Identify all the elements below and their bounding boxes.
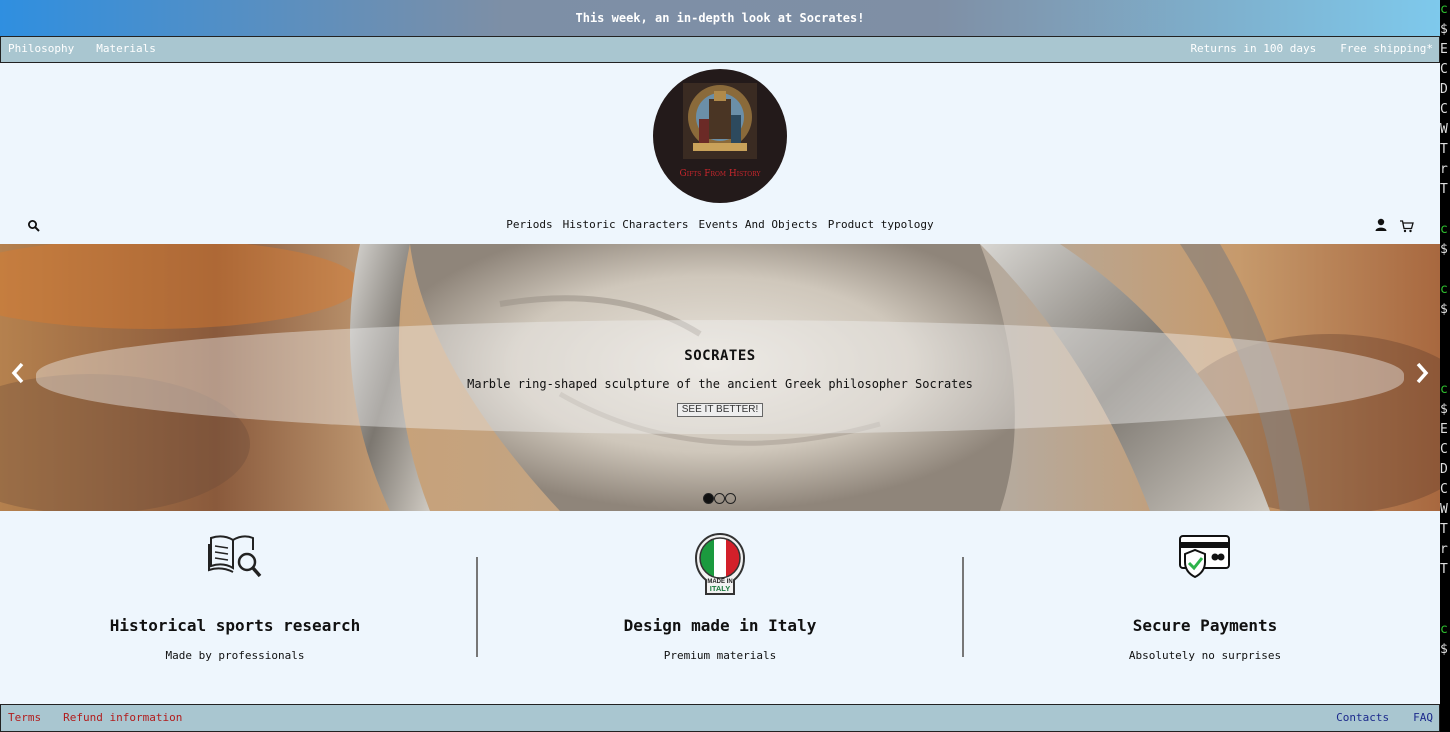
feature-divider	[962, 557, 964, 657]
terminal-glyph	[1440, 580, 1450, 600]
terminal-glyph: T	[1440, 522, 1448, 537]
nav-historic-characters[interactable]: Historic Characters	[563, 218, 689, 231]
terminal-glyph	[1440, 260, 1450, 280]
terminal-glyph: C	[1440, 62, 1448, 77]
feature-italy-title: Design made in Italy	[623, 616, 817, 635]
page: This week, an in-depth look at Socrates!…	[0, 0, 1440, 732]
terminal-glyph: $	[1440, 642, 1448, 657]
feature-divider	[476, 557, 478, 657]
carousel-dots	[703, 489, 736, 508]
terminal-glyph	[1440, 600, 1450, 620]
made-in-italy-badge-icon: MADE IN ITALY	[694, 533, 746, 595]
terminal-glyph: T	[1440, 182, 1448, 197]
feature-payments-title: Secure Payments	[1132, 616, 1278, 635]
terminal-glyph: C	[1440, 442, 1448, 457]
topbar-link-philosophy[interactable]: Philosophy	[8, 42, 74, 55]
carousel-dot-3[interactable]	[725, 493, 736, 504]
footer-bar: Terms Refund information Contacts FAQ	[0, 704, 1440, 732]
feature-italy-subtitle: Premium materials	[663, 649, 777, 662]
terminal-glyph	[1440, 320, 1450, 340]
see-it-better-button[interactable]: SEE IT BETTER!	[676, 403, 764, 417]
feature-payments-subtitle: Absolutely no surprises	[1128, 649, 1282, 662]
terminal-glyph: r	[1440, 542, 1448, 557]
carousel-dot-2[interactable]	[714, 493, 725, 504]
user-icon[interactable]	[1374, 218, 1388, 232]
terminal-glyph: c	[1440, 282, 1448, 297]
nav-product-typology[interactable]: Product typology	[828, 218, 934, 231]
terminal-glyph: c	[1440, 222, 1448, 237]
terminal-glyph: r	[1440, 162, 1448, 177]
feature-research: Historical sports research Made by profe…	[35, 532, 435, 662]
terminal-glyph: $	[1440, 302, 1448, 317]
topbar-free-shipping[interactable]: Free shipping*	[1340, 42, 1433, 55]
top-bar: Philosophy Materials Returns in 100 days F…	[0, 36, 1440, 63]
nav-periods[interactable]: Periods	[506, 218, 552, 231]
terminal-glyph	[1440, 340, 1450, 360]
carousel-prev-arrow-icon[interactable]	[10, 361, 26, 385]
terminal-glyph: C	[1440, 102, 1448, 117]
terminal-glyph: c	[1440, 2, 1448, 17]
hero-carousel: SOCRATES Marble ring-shaped sculpture of…	[0, 244, 1440, 511]
announcement-bar: This week, an in-depth look at Socrates!	[0, 0, 1440, 36]
terminal-glyph: D	[1440, 462, 1448, 477]
footer-link-terms[interactable]: Terms	[8, 711, 41, 724]
terminal-glyph: T	[1440, 142, 1448, 157]
terminal-glyph: E	[1440, 422, 1448, 437]
terminal-glyph: $	[1440, 22, 1448, 37]
terminal-glyph: C	[1440, 482, 1448, 497]
site-logo[interactable]: Gifts From History	[653, 69, 787, 203]
footer-link-contacts[interactable]: Contacts	[1336, 711, 1389, 724]
terminal-glyph: W	[1440, 122, 1448, 137]
terminal-glyph: W	[1440, 502, 1448, 517]
nav-events-and-objects[interactable]: Events And Objects	[699, 218, 818, 231]
carousel-dot-1[interactable]	[703, 493, 714, 504]
carousel-next-arrow-icon[interactable]	[1414, 361, 1430, 385]
main-nav: Periods Historic Characters Events And Obj…	[0, 218, 1440, 231]
terminal-glyph: $	[1440, 402, 1448, 417]
secure-card-icon	[1179, 535, 1230, 579]
feature-research-subtitle: Made by professionals	[165, 649, 305, 662]
terminal-glyph: D	[1440, 82, 1448, 97]
feature-payments: Secure Payments Absolutely no surprises	[1005, 532, 1405, 662]
terminal-glyph: c	[1440, 622, 1448, 637]
terminal-glyph: $	[1440, 242, 1448, 257]
footer-link-faq[interactable]: FAQ	[1413, 711, 1433, 724]
feature-italy: MADE IN ITALY Design made in Italy Premi…	[520, 532, 920, 662]
book-search-icon	[208, 535, 262, 578]
hero-description: Marble ring-shaped sculpture of the anci…	[467, 377, 973, 391]
feature-research-title: Historical sports research	[109, 616, 361, 635]
topbar-returns[interactable]: Returns in 100 days	[1190, 42, 1316, 55]
hero-title: SOCRATES	[684, 348, 756, 364]
cart-icon[interactable]	[1399, 219, 1414, 233]
footer-link-refund[interactable]: Refund information	[63, 711, 182, 724]
terminal-glyph: E	[1440, 42, 1448, 57]
terminal-strip: c $ E C D C W Tr Tc $ c $ c $ E C D C W Tr Tc $	[1440, 0, 1450, 732]
svg-text:ITALY: ITALY	[710, 584, 730, 593]
logo-artwork-icon	[683, 83, 757, 159]
terminal-glyph	[1440, 360, 1450, 380]
terminal-glyph: c	[1440, 382, 1448, 397]
terminal-glyph	[1440, 200, 1450, 220]
logo-brand-text: Gifts From History	[679, 169, 761, 179]
hero-caption: SOCRATES Marble ring-shaped sculpture of…	[36, 320, 1404, 434]
topbar-link-materials[interactable]: Materials	[96, 42, 156, 55]
terminal-glyph: T	[1440, 562, 1448, 577]
